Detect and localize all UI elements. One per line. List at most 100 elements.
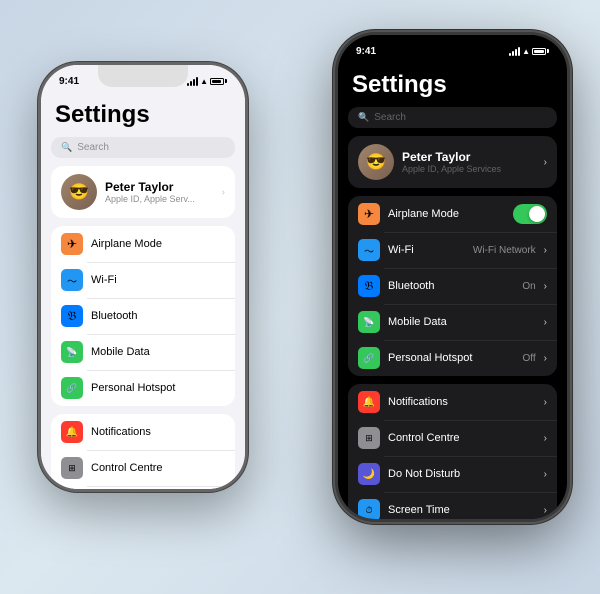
dark-bluetooth-icon: 𝔅 — [358, 275, 380, 297]
dark-wifi-value: Wi-Fi Network — [473, 245, 536, 256]
light-profile-chevron: › — [222, 187, 225, 198]
light-row-dnd[interactable]: 🌙 Do Not Disturb — [51, 486, 235, 489]
light-content: Settings 🔍 Search 😎 Peter Taylor Apple I… — [41, 93, 245, 489]
dark-dnd-icon: 🌙 — [358, 463, 380, 485]
dark-profile-card[interactable]: 😎 Peter Taylor Apple ID, Apple Services … — [348, 136, 557, 188]
light-row-wifi[interactable]: 〜 Wi-Fi — [51, 262, 235, 298]
dark-screentime-chevron: › — [544, 505, 547, 516]
light-notch — [98, 65, 188, 87]
dark-group1: ✈ Airplane Mode 〜 Wi-Fi Wi-Fi Network › … — [348, 196, 557, 376]
light-notifications-icon: 🔔 — [61, 421, 83, 443]
light-search-placeholder: Search — [77, 142, 109, 153]
light-settings-title: Settings — [41, 93, 245, 133]
light-group2: 🔔 Notifications ⊞ Control Centre 🌙 Do No… — [51, 414, 235, 489]
dark-screen: 9:41 ▲ — [338, 35, 567, 519]
dark-search-placeholder: Search — [374, 112, 406, 123]
light-mobiledata-label: Mobile Data — [91, 346, 225, 358]
light-notifications-label: Notifications — [91, 426, 225, 438]
dark-profile-sub: Apple ID, Apple Services — [402, 164, 536, 174]
dark-bluetooth-chevron: › — [544, 281, 547, 292]
dark-avatar: 😎 — [358, 144, 394, 180]
dark-wifi-label: Wi-Fi — [388, 244, 465, 256]
light-row-control[interactable]: ⊞ Control Centre — [51, 450, 235, 486]
dark-notifications-label: Notifications — [388, 396, 536, 408]
light-screen: 9:41 ▲ — [41, 65, 245, 489]
dark-profile-chevron: › — [544, 157, 547, 168]
dark-mobiledata-label: Mobile Data — [388, 316, 536, 328]
light-row-mobiledata[interactable]: 📡 Mobile Data — [51, 334, 235, 370]
light-hotspot-icon: 🔗 — [61, 377, 83, 399]
light-bluetooth-icon: 𝔅 — [61, 305, 83, 327]
dark-hotspot-icon: 🔗 — [358, 347, 380, 369]
wifi-icon: ▲ — [200, 77, 208, 86]
dark-wifi-icon: ▲ — [522, 47, 530, 56]
battery-icon — [210, 78, 227, 85]
light-hotspot-label: Personal Hotspot — [91, 382, 225, 394]
dark-row-wifi[interactable]: 〜 Wi-Fi Wi-Fi Network › — [348, 232, 557, 268]
dark-search-icon: 🔍 — [358, 112, 369, 123]
light-profile-sub: Apple ID, Apple Serv... — [105, 194, 214, 204]
dark-mobiledata-chevron: › — [544, 317, 547, 328]
dark-airplane-icon: ✈ — [358, 203, 380, 225]
light-phone: 9:41 ▲ — [38, 62, 248, 492]
light-profile-info: Peter Taylor Apple ID, Apple Serv... — [105, 180, 214, 204]
light-profile-card[interactable]: 😎 Peter Taylor Apple ID, Apple Serv... › — [51, 166, 235, 218]
phones-container: 9:41 ▲ — [10, 12, 590, 582]
dark-hotspot-value: Off — [523, 353, 536, 364]
light-row-bluetooth[interactable]: 𝔅 Bluetooth — [51, 298, 235, 334]
dark-time: 9:41 — [356, 46, 376, 57]
light-row-hotspot[interactable]: 🔗 Personal Hotspot — [51, 370, 235, 406]
light-group1: ✈ Airplane Mode 〜 Wi-Fi 𝔅 Bluetooth 📡 Mo… — [51, 226, 235, 406]
dark-battery-icon — [532, 48, 549, 55]
dark-bluetooth-value: On — [522, 281, 535, 292]
dark-settings-title: Settings — [338, 63, 567, 103]
dark-notifications-chevron: › — [544, 397, 547, 408]
light-row-notifications[interactable]: 🔔 Notifications — [51, 414, 235, 450]
dark-row-screentime[interactable]: ⏱ Screen Time › — [348, 492, 557, 519]
light-control-label: Control Centre — [91, 462, 225, 474]
airplane-toggle[interactable] — [513, 204, 547, 224]
dark-row-mobiledata[interactable]: 📡 Mobile Data › — [348, 304, 557, 340]
dark-status-icons: ▲ — [509, 47, 549, 56]
dark-search-bar[interactable]: 🔍 Search — [348, 107, 557, 128]
light-bluetooth-label: Bluetooth — [91, 310, 225, 322]
dark-profile-name: Peter Taylor — [402, 150, 536, 164]
light-mobiledata-icon: 📡 — [61, 341, 83, 363]
dark-control-chevron: › — [544, 433, 547, 444]
dark-notifications-icon: 🔔 — [358, 391, 380, 413]
dark-row-bluetooth[interactable]: 𝔅 Bluetooth On › — [348, 268, 557, 304]
dark-screentime-label: Screen Time — [388, 504, 536, 516]
dark-control-icon: ⊞ — [358, 427, 380, 449]
dark-content: Settings 🔍 Search 😎 Peter Taylor Apple I… — [338, 63, 567, 519]
light-control-icon: ⊞ — [61, 457, 83, 479]
dark-phone: 9:41 ▲ — [335, 32, 570, 522]
dark-wifi-chevron: › — [544, 245, 547, 256]
dark-dnd-chevron: › — [544, 469, 547, 480]
dark-row-notifications[interactable]: 🔔 Notifications › — [348, 384, 557, 420]
dark-group2: 🔔 Notifications › ⊞ Control Centre › 🌙 D… — [348, 384, 557, 519]
light-airplane-icon: ✈ — [61, 233, 83, 255]
dark-notch — [403, 35, 503, 59]
light-wifi-icon: 〜 — [61, 269, 83, 291]
dark-row-dnd[interactable]: 🌙 Do Not Disturb › — [348, 456, 557, 492]
light-avatar: 😎 — [61, 174, 97, 210]
dark-row-control[interactable]: ⊞ Control Centre › — [348, 420, 557, 456]
light-time: 9:41 — [59, 76, 79, 87]
light-row-airplane[interactable]: ✈ Airplane Mode — [51, 226, 235, 262]
dark-wifi-icon: 〜 — [358, 239, 380, 261]
dark-signal-icon — [509, 47, 520, 56]
signal-bars-icon — [187, 77, 198, 86]
dark-profile-info: Peter Taylor Apple ID, Apple Services — [402, 150, 536, 174]
light-airplane-label: Airplane Mode — [91, 238, 225, 250]
search-icon: 🔍 — [61, 142, 72, 153]
light-wifi-label: Wi-Fi — [91, 274, 225, 286]
dark-mobiledata-icon: 📡 — [358, 311, 380, 333]
dark-airplane-label: Airplane Mode — [388, 208, 505, 220]
dark-control-label: Control Centre — [388, 432, 536, 444]
dark-dnd-label: Do Not Disturb — [388, 468, 536, 480]
light-status-icons: ▲ — [187, 77, 227, 86]
dark-screentime-icon: ⏱ — [358, 499, 380, 519]
light-search-bar[interactable]: 🔍 Search — [51, 137, 235, 158]
dark-row-hotspot[interactable]: 🔗 Personal Hotspot Off › — [348, 340, 557, 376]
dark-row-airplane[interactable]: ✈ Airplane Mode — [348, 196, 557, 232]
